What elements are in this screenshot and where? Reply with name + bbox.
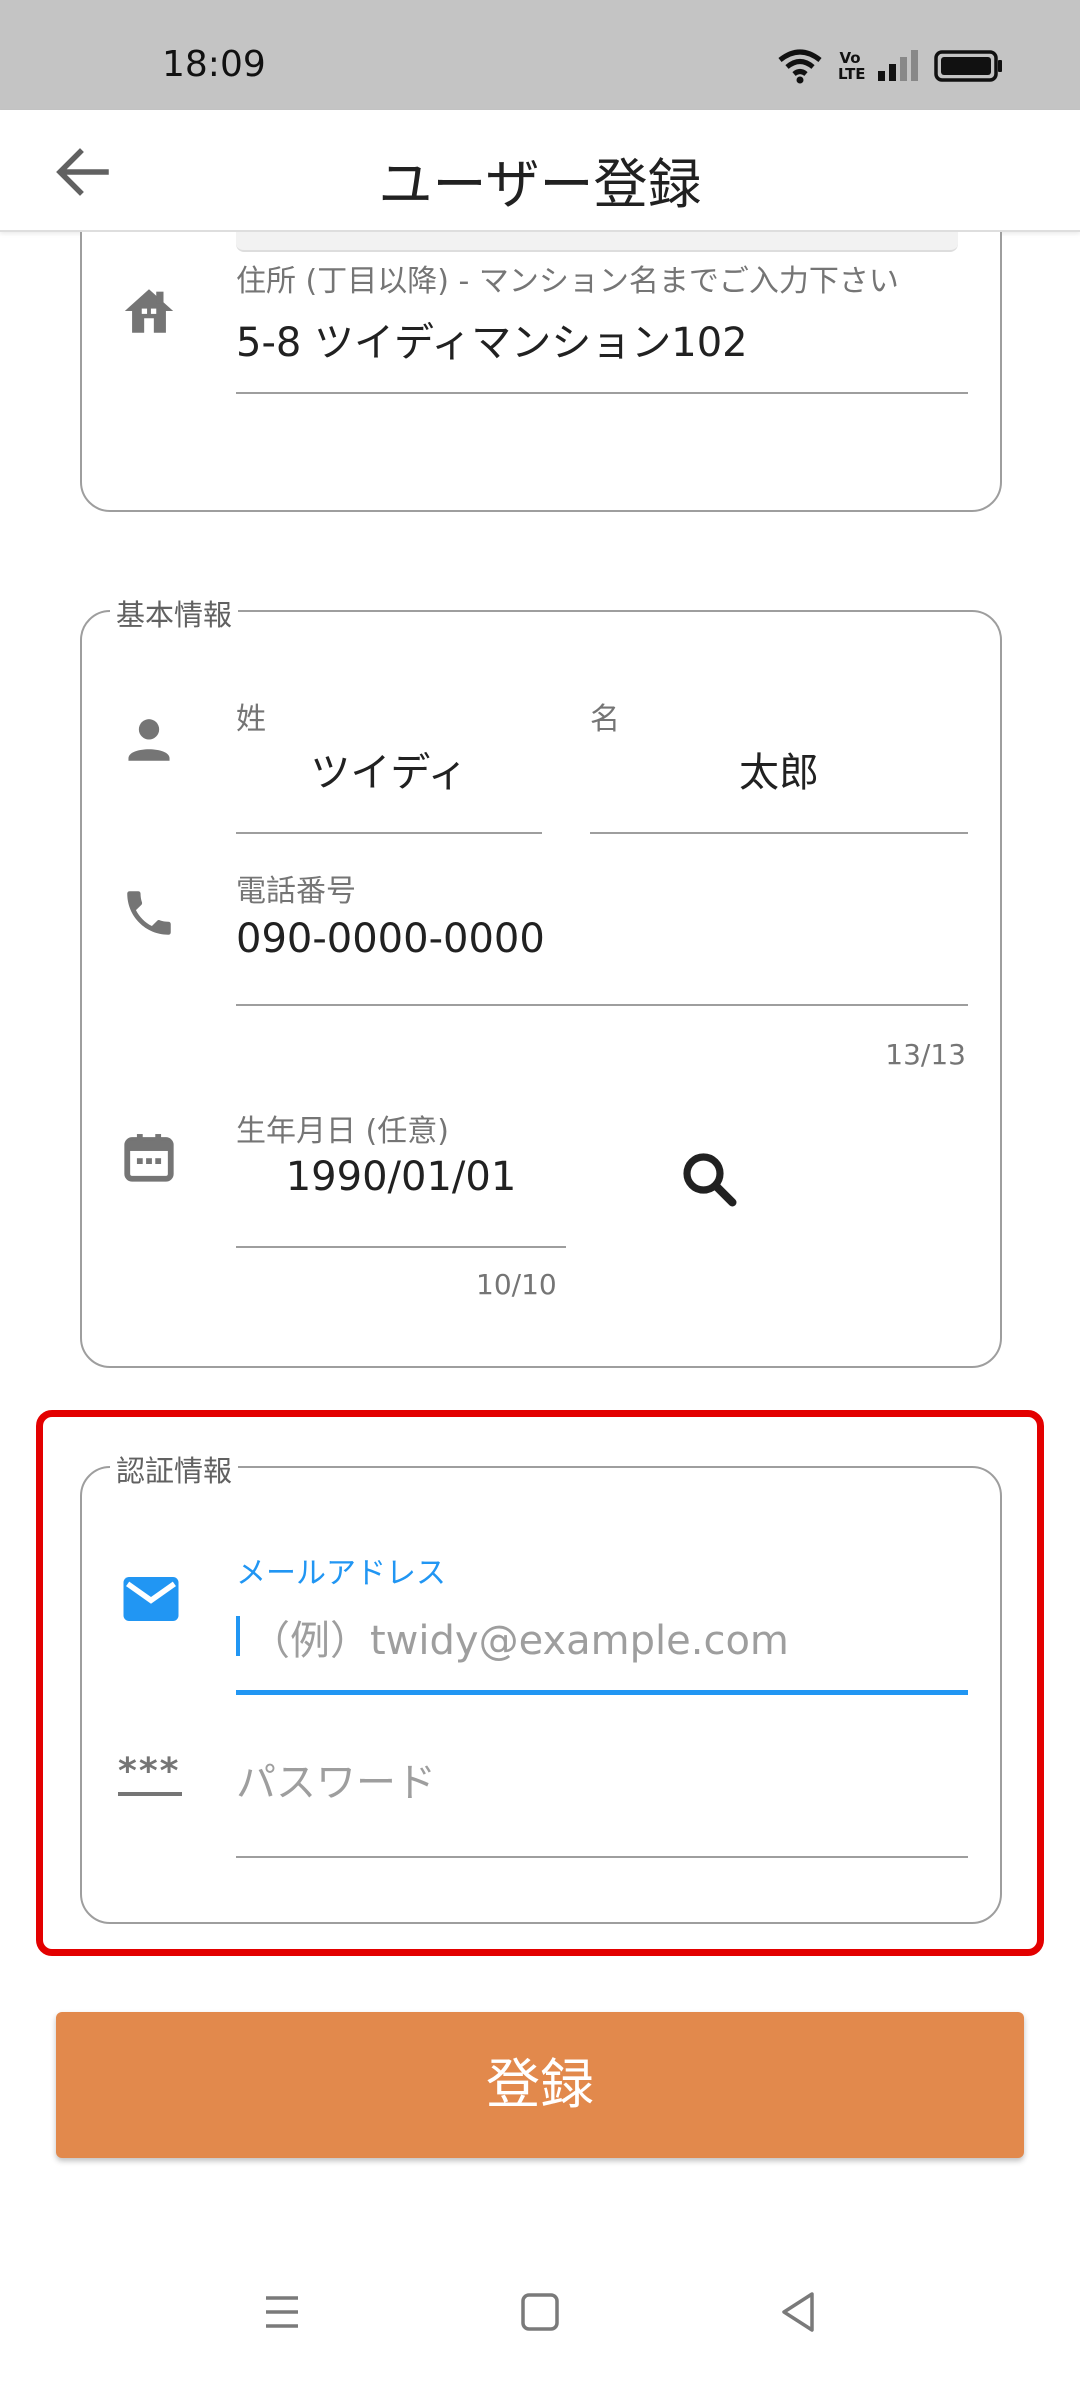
- status-icons: Vo LTE: [776, 46, 1004, 86]
- address-line2-underline: [236, 392, 968, 394]
- birthdate-counter: 10/10: [476, 1268, 557, 1301]
- last-name-underline: [236, 832, 542, 834]
- birthdate-label: 生年月日 (任意): [236, 1114, 449, 1149]
- email-label: メールアドレス: [236, 1556, 446, 1591]
- form-scroll-area[interactable]: 住所 (丁目以降) - マンション名までご入力下さい 5-8 ツイディマンション…: [0, 232, 1080, 2232]
- first-name-value[interactable]: 太郎: [590, 740, 968, 798]
- address-card: 住所 (丁目以降) - マンション名までご入力下さい 5-8 ツイディマンション…: [80, 232, 1002, 512]
- first-name-label: 名: [590, 702, 620, 737]
- status-bar: 18:09 Vo LTE: [0, 0, 1080, 110]
- birthdate-value[interactable]: 1990/01/01: [236, 1154, 566, 1200]
- email-input[interactable]: （例）twidy@example.com: [250, 1608, 789, 1666]
- address-prev-field[interactable]: [236, 232, 958, 252]
- status-time: 18:09: [162, 44, 266, 85]
- last-name-value[interactable]: ツイディ: [236, 740, 542, 798]
- phone-underline: [236, 1004, 968, 1006]
- first-name-underline: [590, 832, 968, 834]
- wifi-icon: [778, 49, 822, 84]
- basic-info-legend: 基本情報: [110, 592, 239, 634]
- email-cursor: [236, 1616, 240, 1656]
- address-line2-label: 住所 (丁目以降) - マンション名までご入力下さい: [236, 264, 899, 299]
- phone-counter: 13/13: [885, 1038, 966, 1071]
- basic-info-card: 基本情報 姓 ツイディ 名 太郎 電話番号 090-0000-0000 13/1…: [80, 592, 1002, 1368]
- page-title: ユーザー登録: [378, 153, 702, 216]
- calendar-icon: [124, 1134, 174, 1182]
- register-button[interactable]: 登録: [56, 2012, 1024, 2158]
- app-bar: ユーザー登録: [0, 110, 1080, 232]
- phone-label: 電話番号: [236, 874, 356, 909]
- phone-icon: [127, 891, 171, 935]
- person-icon: [128, 719, 170, 761]
- signal-icon: [878, 50, 918, 81]
- auth-info-card: 認証情報 メールアドレス （例）twidy@example.com *** パス…: [80, 1448, 1002, 1924]
- birthdate-underline: [236, 1246, 566, 1248]
- phone-value[interactable]: 090-0000-0000: [236, 916, 545, 962]
- menu-icon[interactable]: [252, 2282, 312, 2342]
- home-icon: [124, 289, 174, 333]
- email-underline: [236, 1690, 968, 1695]
- password-underline: [236, 1856, 968, 1858]
- auth-info-legend: 認証情報: [110, 1448, 239, 1490]
- password-icon: ***: [118, 1754, 186, 1806]
- home-square-icon[interactable]: [510, 2282, 570, 2342]
- password-input[interactable]: パスワード: [236, 1750, 436, 1808]
- battery-icon: [934, 50, 1002, 82]
- back-triangle-icon[interactable]: [768, 2282, 828, 2342]
- address-line2-value[interactable]: 5-8 ツイディマンション102: [236, 310, 748, 368]
- system-nav-bar: [0, 2232, 1080, 2400]
- email-icon: [123, 1577, 179, 1621]
- last-name-label: 姓: [236, 702, 266, 737]
- volte-icon: Vo LTE: [838, 49, 866, 83]
- search-icon[interactable]: [676, 1146, 742, 1212]
